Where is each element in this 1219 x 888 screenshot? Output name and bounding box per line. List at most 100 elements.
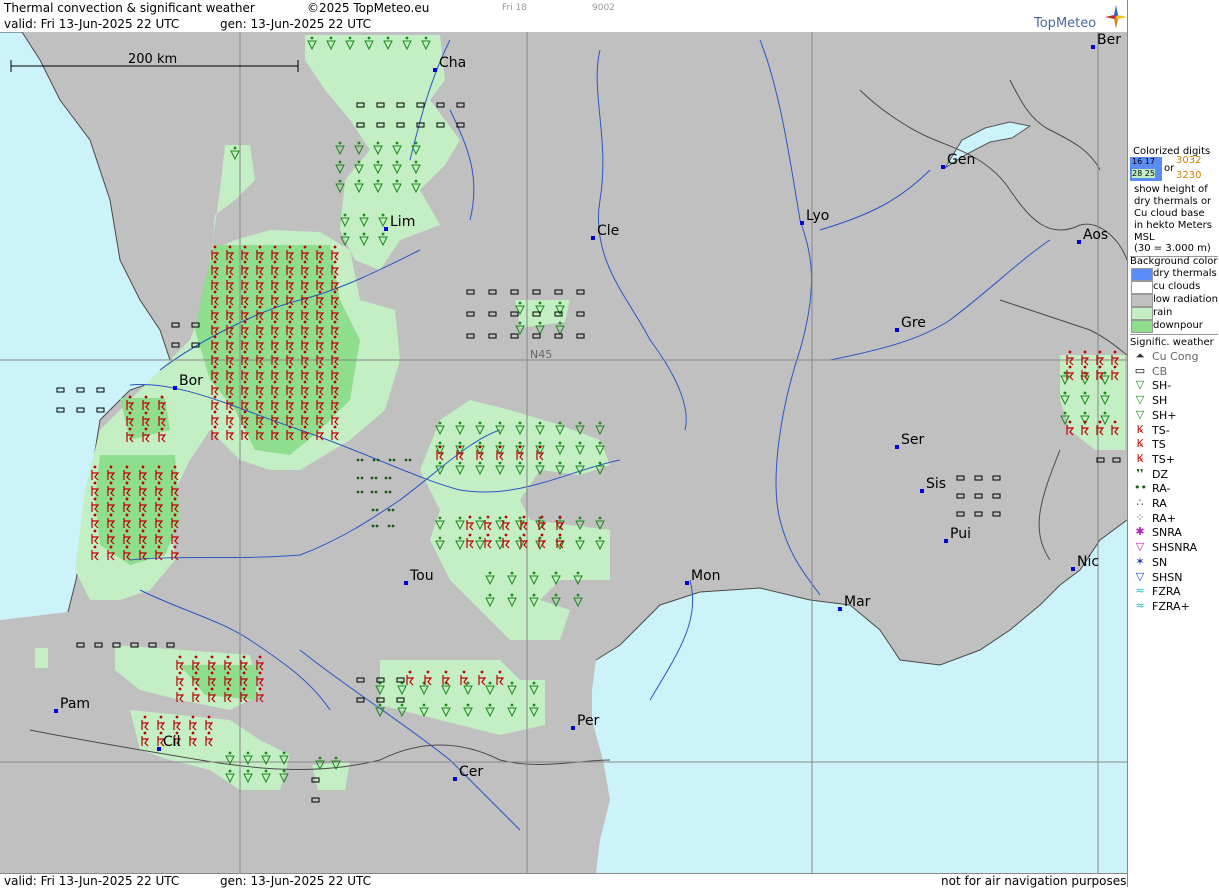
legend-desc-line: dry thermals or <box>1134 196 1212 207</box>
shower-dot <box>334 756 338 760</box>
thunderstorm-dot <box>210 687 214 691</box>
thunderstorm-dot <box>288 275 292 279</box>
rain-symbol <box>387 524 391 528</box>
thunderstorm-dot <box>258 290 262 294</box>
thunderstorm-dot <box>426 670 430 674</box>
thunderstorm-dot <box>173 497 177 501</box>
thunderstorm-dot <box>333 395 337 399</box>
thunderstorm-dot <box>157 545 161 549</box>
shower-dot <box>578 536 582 540</box>
thunderstorm-dot <box>93 545 97 549</box>
grid-label-n45: N45 <box>530 348 552 361</box>
shower-dot <box>598 441 602 445</box>
legend-weather-label: TS- <box>1152 423 1170 437</box>
legend-weather-icon: ❜❜ <box>1136 466 1144 480</box>
rain-symbol <box>360 458 364 462</box>
thunderstorm-dot <box>258 350 262 354</box>
thunderstorm-dot <box>333 365 337 369</box>
shower-dot <box>488 681 492 685</box>
shower-dot <box>576 593 580 597</box>
city-label-sis: Sis <box>926 476 946 492</box>
legend-weather-label: RA+ <box>1152 511 1176 525</box>
thunderstorm-dot <box>228 410 232 414</box>
thunderstorm-dot <box>178 671 182 675</box>
scale-label: 200 km <box>128 52 177 67</box>
thunderstorm-dot <box>109 481 113 485</box>
legend-weather-label: FZRA <box>1152 585 1181 599</box>
shower-dot <box>532 703 536 707</box>
legend-weather-icon: ∴ <box>1136 496 1144 509</box>
shower-dot <box>1083 391 1087 395</box>
thunderstorm-dot <box>93 481 97 485</box>
shower-dot <box>510 703 514 707</box>
legend-swatch <box>1131 268 1153 281</box>
thunderstorm-dot <box>157 481 161 485</box>
thunderstorm-dot <box>258 305 262 309</box>
shower-dot <box>357 160 361 164</box>
legend-weather-icon: •• <box>1134 481 1147 495</box>
legend-weather-label: SHSNRA <box>1152 541 1198 555</box>
thunderstorm-dot <box>93 497 97 501</box>
thunderstorm-dot <box>258 245 262 249</box>
thunderstorm-dot <box>125 497 129 501</box>
city-marker <box>920 489 924 493</box>
shower-dot <box>343 213 347 217</box>
day-label: Fri 18 <box>502 3 528 13</box>
legend-weather-label: FZRA+ <box>1152 599 1190 613</box>
rain-symbol <box>384 490 388 494</box>
shower-dot <box>422 703 426 707</box>
shower-dot <box>478 421 482 425</box>
shower-dot <box>376 141 380 145</box>
city-label-gre: Gre <box>901 315 926 331</box>
shower-dot <box>466 681 470 685</box>
legend-weather-icon: ⏶ <box>1135 349 1145 362</box>
thunderstorm-dot <box>191 715 195 719</box>
rain-symbol <box>384 476 388 480</box>
shower-dot <box>343 232 347 236</box>
thunderstorm-dot <box>213 305 217 309</box>
shower-dot <box>558 536 562 540</box>
thunderstorm-dot <box>191 731 195 735</box>
shower-dot <box>518 441 522 445</box>
shower-dot <box>438 441 442 445</box>
legend-swatch <box>1131 294 1153 307</box>
legend-sample2-bottom: 3230 <box>1176 170 1202 181</box>
thunderstorm-dot <box>258 655 262 659</box>
thunderstorm-dot <box>213 365 217 369</box>
legend-desc-line: (30 = 3.000 m) <box>1134 243 1211 254</box>
thunderstorm-dot <box>160 395 164 399</box>
shower-dot <box>558 421 562 425</box>
shower-dot <box>381 232 385 236</box>
shower-dot <box>414 141 418 145</box>
shower-dot <box>518 321 522 325</box>
thunderstorm-dot <box>303 275 307 279</box>
thunderstorm-dot <box>228 245 232 249</box>
shower-dot <box>1103 371 1107 375</box>
thunderstorm-dot <box>228 365 232 369</box>
thunderstorm-dot <box>438 445 442 449</box>
thunderstorm-dot <box>333 350 337 354</box>
legend-weather-label: Cu Cong <box>1152 350 1199 363</box>
thunderstorm-dot <box>558 533 562 537</box>
legend-weather-icon: ▽ <box>1135 540 1145 554</box>
thunderstorm-dot <box>109 465 113 469</box>
thunderstorm-dot <box>273 260 277 264</box>
thunderstorm-dot <box>333 320 337 324</box>
shower-dot <box>598 516 602 520</box>
rain-symbol <box>388 476 392 480</box>
thunderstorm-dot <box>318 245 322 249</box>
copyright: ©2025 TopMeteo.eu <box>307 1 430 15</box>
shower-dot <box>532 571 536 575</box>
thunderstorm-dot <box>128 427 132 431</box>
city-label-bor: Bor <box>179 373 203 389</box>
thunderstorm-dot <box>93 529 97 533</box>
legend-background-label: rain <box>1153 307 1173 318</box>
city-marker <box>173 386 177 390</box>
thunderstorm-dot <box>303 305 307 309</box>
thunderstorm-dot <box>228 395 232 399</box>
rain-symbol <box>388 490 392 494</box>
thunderstorm-dot <box>213 425 217 429</box>
shower-dot <box>395 160 399 164</box>
thunderstorm-dot <box>318 335 322 339</box>
shower-dot <box>558 441 562 445</box>
